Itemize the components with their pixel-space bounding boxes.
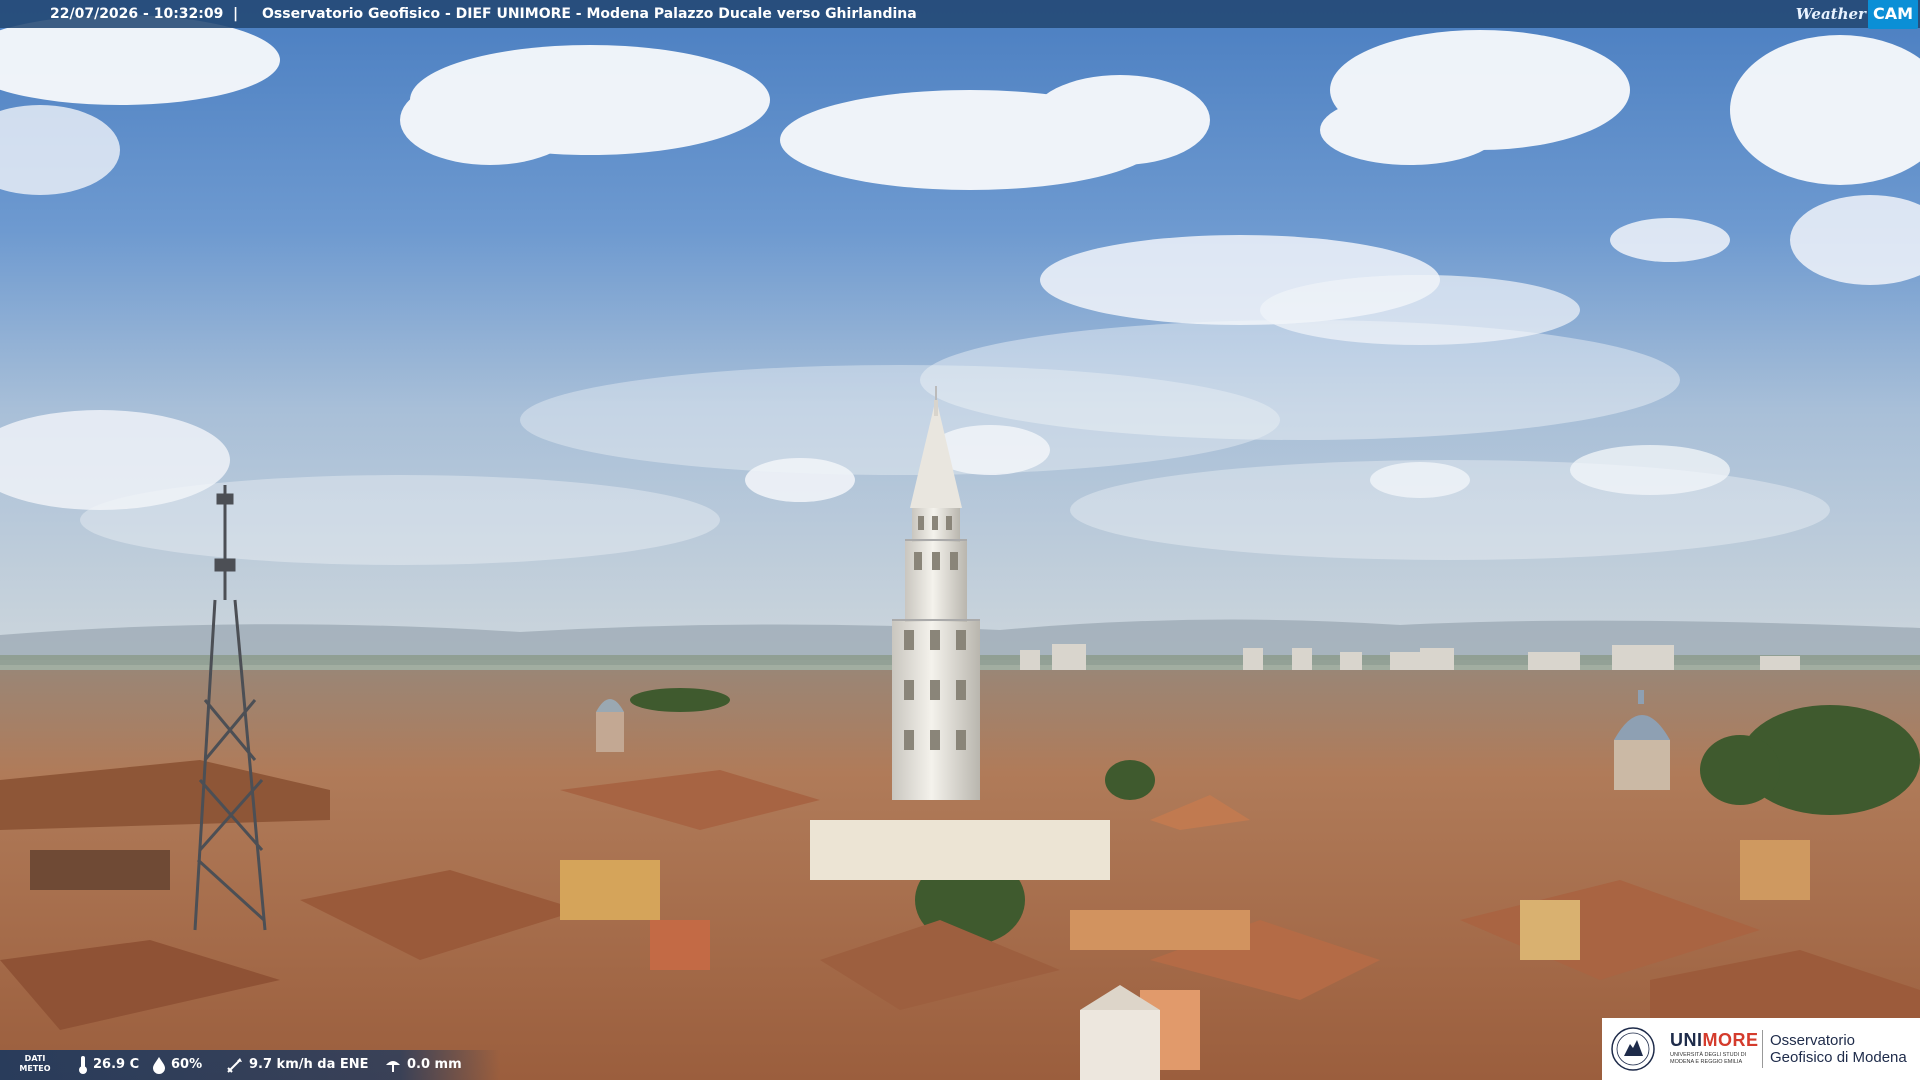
unimore-name-more: MORE (1702, 1030, 1759, 1050)
weather-label: DATI METEO (19, 1054, 51, 1073)
wind-reading: 9.7 km/h da ENE (226, 1050, 369, 1080)
webcam-title: Osservatorio Geofisico - DIEF UNIMORE - … (262, 6, 917, 22)
temperature-value: 26.9 C (93, 1057, 140, 1072)
wind-vane-icon (227, 1058, 242, 1073)
weathercam-logo: Weather CAM (1792, 0, 1918, 29)
title-separator: | (233, 6, 239, 22)
webcam-title-bar: 22/07/2026 - 10:32:09 | Osservatorio Geo… (0, 0, 1920, 29)
small-dome (596, 699, 624, 752)
city-panorama (0, 0, 1920, 1080)
thermometer-icon (79, 1056, 87, 1074)
observatory-name: Osservatorio Geofisico di Modena (1770, 1032, 1907, 1066)
unimore-observatory-logo: UNIMORE UNIVERSITÀ DEGLI STUDI DI MODENA… (1602, 1018, 1920, 1080)
logo-divider (1762, 1030, 1763, 1068)
weathercam-logo-word: Weather (1795, 5, 1866, 23)
temperature-reading: 26.9 C (78, 1050, 139, 1080)
humidity-value: 60% (171, 1057, 203, 1072)
weather-data-bar: DATI METEO 26.9 C 60% 9.7 km/h da ENE 0.… (0, 1050, 500, 1080)
rain-reading: 0.0 mm (384, 1050, 462, 1080)
unimore-subtitle: UNIVERSITÀ DEGLI STUDI DI MODENA E REGGI… (1670, 1052, 1747, 1065)
webcam-view: 22/07/2026 - 10:32:09 | Osservatorio Geo… (0, 0, 1920, 1080)
wind-value: 9.7 km/h da ENE (249, 1057, 369, 1072)
droplet-icon (153, 1057, 165, 1074)
unimore-name-uni: UNI (1670, 1030, 1703, 1050)
humidity-reading: 60% (152, 1050, 202, 1080)
timestamp: 22/07/2026 - 10:32:09 (50, 6, 224, 22)
weathercam-logo-cam: CAM (1867, 0, 1918, 29)
university-seal-icon (1611, 1027, 1655, 1071)
rain-gauge-icon (386, 1061, 400, 1072)
rain-value: 0.0 mm (407, 1057, 462, 1072)
unimore-name: UNIMORE (1670, 1030, 1759, 1051)
